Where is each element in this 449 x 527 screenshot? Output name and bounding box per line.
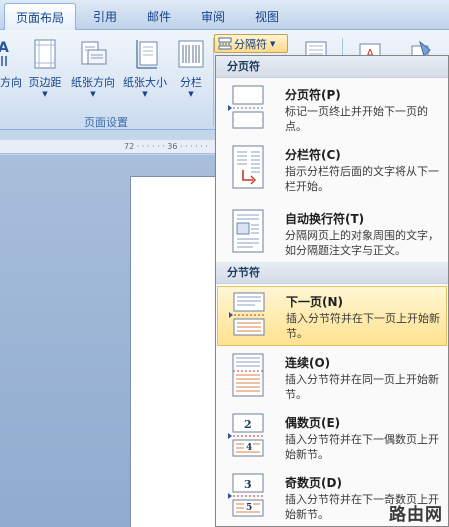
menu-item-text-wrapping-break[interactable]: 自动换行符(T) 分隔网页上的对象周围的文字，如分隔题注文字与正文。: [217, 204, 447, 266]
text-wrapping-break-icon: [232, 209, 264, 253]
even-page-desc: 插入分节符并在下一偶数页上开始新节。: [285, 433, 439, 461]
text-wrapping-break-title: 自动换行符(T): [285, 212, 365, 226]
size-dropdown-icon: ▼: [142, 90, 148, 98]
even-page-number-top: 2: [244, 418, 252, 431]
size-button[interactable]: 纸张大小 ▼: [120, 36, 170, 108]
page-break-desc: 标记一页终止并开始下一页的点。: [285, 105, 428, 133]
margins-button[interactable]: 页边距 ▼: [26, 36, 64, 108]
columns-dropdown-icon: ▼: [188, 90, 194, 98]
breaks-label: 分隔符: [234, 37, 267, 51]
page-break-title: 分页符(P): [285, 88, 341, 102]
tab-view[interactable]: 视图: [242, 3, 292, 30]
menu-item-column-break[interactable]: 分栏符(C) 指示分栏符后面的文字将从下一栏开始。: [217, 140, 447, 202]
margins-dropdown-icon: ▼: [42, 90, 48, 98]
breaks-icon: [218, 37, 232, 50]
tab-page-layout[interactable]: 页面布局: [4, 3, 76, 31]
breaks-button[interactable]: 分隔符 ▼: [214, 34, 288, 53]
odd-page-number-top: 3: [244, 478, 252, 491]
tab-review[interactable]: 审阅: [188, 3, 238, 30]
breaks-dropdown-icon: ▼: [270, 39, 276, 48]
breaks-menu: 分页符 分页符(P) 标记一页终止并开始下一页的点。 分栏符(C) 指示分栏符后…: [215, 55, 449, 527]
columns-icon: [178, 40, 204, 68]
even-page-title: 偶数页(E): [285, 416, 341, 430]
ruler-text: 72 · · · · · · 36 · · · · · ·: [124, 142, 208, 151]
ribbon-tab-strip: 页面布局 引用 邮件 审阅 视图: [0, 0, 449, 31]
orientation-button[interactable]: 纸张方向 ▼: [68, 36, 118, 108]
next-page-desc: 插入分节符并在下一页上开始新节。: [286, 312, 440, 340]
menu-item-next-page[interactable]: 下一页(N) 插入分节符并在下一页上开始新节。: [217, 286, 447, 346]
odd-page-section-icon: 3 5: [228, 473, 264, 517]
horizontal-ruler[interactable]: 72 · · · · · · 36 · · · · · ·: [0, 140, 216, 154]
page-break-icon: [228, 85, 264, 129]
tab-mailings[interactable]: 邮件: [134, 3, 184, 30]
column-break-title: 分栏符(C): [285, 148, 341, 162]
page-setup-group-label: 页面设置: [84, 116, 128, 129]
menu-item-even-page[interactable]: 2 4 偶数页(E) 插入分节符并在下一偶数页上开始新节。: [217, 408, 447, 468]
continuous-section-icon: [232, 353, 264, 397]
text-direction-label: 方向: [0, 76, 22, 89]
site-watermark: 路由网: [389, 505, 443, 525]
tab-references[interactable]: 引用: [80, 3, 130, 30]
next-page-title: 下一页(N): [286, 295, 344, 309]
next-page-section-icon: [229, 292, 265, 336]
margins-icon: [34, 39, 56, 69]
margins-label: 页边距: [28, 76, 62, 89]
column-break-icon: [232, 145, 264, 189]
orientation-icon: [81, 41, 107, 65]
column-break-desc: 指示分栏符后面的文字将从下一栏开始。: [285, 165, 439, 193]
columns-label: 分栏: [180, 76, 202, 89]
page-breaks-header: 分页符: [216, 56, 448, 78]
odd-page-title: 奇数页(D): [285, 476, 342, 490]
menu-item-page-break[interactable]: 分页符(P) 标记一页终止并开始下一页的点。: [217, 80, 447, 138]
page-size-icon: [136, 40, 158, 69]
text-wrapping-break-desc: 分隔网页上的对象周围的文字，如分隔题注文字与正文。: [285, 229, 439, 257]
text-direction-button[interactable]: A 方向: [0, 36, 26, 108]
size-label: 纸张大小: [123, 76, 167, 89]
svg-text:5: 5: [246, 503, 252, 513]
continuous-desc: 插入分节符并在同一页上开始新节。: [285, 373, 439, 401]
orientation-label: 纸张方向: [71, 76, 115, 89]
even-page-section-icon: 2 4: [228, 413, 264, 457]
svg-text:A: A: [0, 40, 9, 56]
orientation-dropdown-icon: ▼: [90, 90, 96, 98]
document-page[interactable]: [130, 176, 220, 527]
columns-button[interactable]: 分栏 ▼: [176, 36, 206, 108]
section-breaks-header: 分节符: [216, 262, 448, 284]
text-direction-icon: A: [0, 40, 9, 66]
menu-item-continuous[interactable]: 连续(O) 插入分节符并在同一页上开始新节。: [217, 348, 447, 408]
continuous-title: 连续(O): [285, 356, 331, 370]
svg-text:4: 4: [246, 443, 252, 453]
